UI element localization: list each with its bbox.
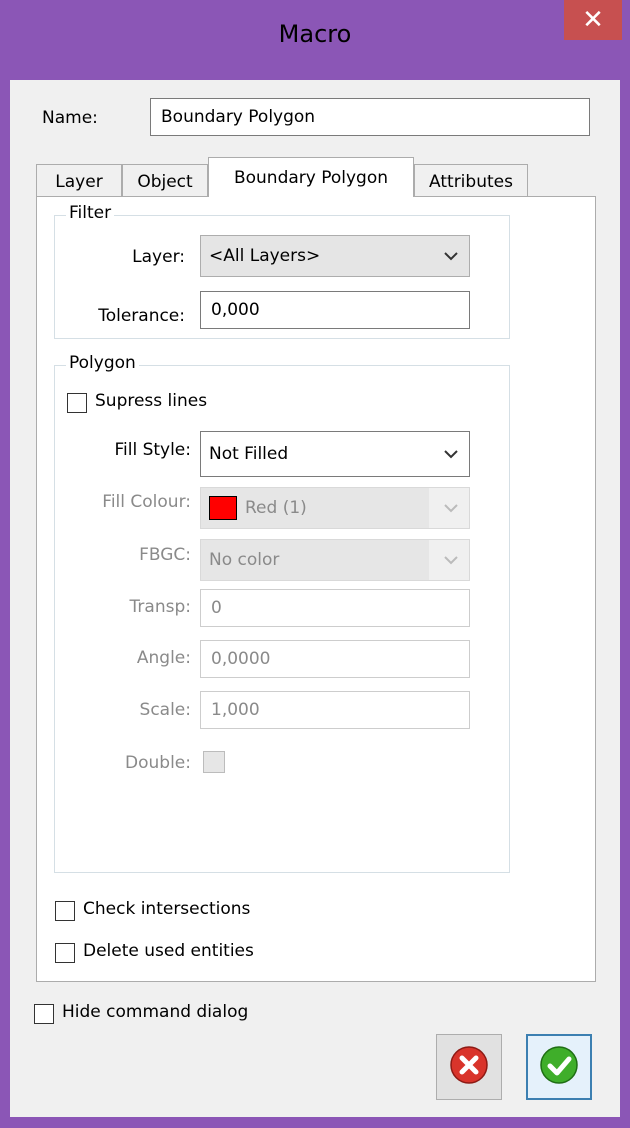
cancel-button[interactable] bbox=[436, 1034, 502, 1100]
delete-used-label: Delete used entities bbox=[83, 941, 254, 961]
tab-panel: Filter Layer: <All Layers> Tolerance: 0,… bbox=[36, 196, 596, 982]
close-button[interactable]: ✕ bbox=[564, 0, 622, 40]
fill-colour-select[interactable]: Red (1) bbox=[200, 487, 470, 529]
tolerance-label: Tolerance: bbox=[98, 306, 185, 326]
name-label: Name: bbox=[42, 108, 98, 128]
window-title: Macro bbox=[278, 20, 352, 48]
filter-group-title: Filter bbox=[66, 203, 115, 223]
tolerance-input[interactable]: 0,000 bbox=[200, 291, 470, 329]
fill-colour-value: Red (1) bbox=[245, 498, 307, 518]
cancel-icon bbox=[449, 1045, 489, 1090]
filter-layer-value: <All Layers> bbox=[209, 246, 321, 266]
angle-label: Angle: bbox=[136, 648, 191, 668]
delete-used-checkbox[interactable] bbox=[55, 943, 75, 963]
supress-lines-label: Supress lines bbox=[95, 391, 208, 411]
angle-input[interactable]: 0,0000 bbox=[200, 640, 470, 678]
name-input[interactable]: Boundary Polygon bbox=[150, 98, 590, 136]
check-intersections-checkbox[interactable] bbox=[55, 901, 75, 921]
chevron-down-icon bbox=[433, 449, 469, 459]
double-label: Double: bbox=[125, 753, 191, 773]
red-swatch-icon bbox=[209, 496, 237, 520]
filter-layer-label: Layer: bbox=[132, 247, 185, 267]
hide-dialog-checkbox[interactable] bbox=[34, 1004, 54, 1024]
double-checkbox[interactable] bbox=[203, 751, 225, 773]
check-intersections-label: Check intersections bbox=[83, 899, 251, 919]
fbgc-value: No color bbox=[201, 540, 429, 580]
scale-input[interactable]: 1,000 bbox=[200, 691, 470, 729]
chevron-down-icon bbox=[433, 503, 469, 513]
hide-dialog-label: Hide command dialog bbox=[62, 1002, 249, 1022]
transp-input[interactable]: 0 bbox=[200, 589, 470, 627]
tab-attributes[interactable]: Attributes bbox=[414, 164, 528, 198]
dialog-body: Name: Boundary Polygon Layer Object Boun… bbox=[10, 80, 620, 1117]
fill-colour-value-box: Red (1) bbox=[201, 488, 429, 528]
tab-layer[interactable]: Layer bbox=[36, 164, 122, 198]
fbgc-label: FBGC: bbox=[139, 545, 191, 565]
tab-boundary-polygon[interactable]: Boundary Polygon bbox=[208, 157, 414, 197]
title-bar[interactable]: Macro ✕ bbox=[0, 0, 630, 80]
tab-object[interactable]: Object bbox=[122, 164, 208, 198]
chevron-down-icon bbox=[433, 555, 469, 565]
fill-colour-label: Fill Colour: bbox=[102, 492, 191, 512]
fill-style-label: Fill Style: bbox=[114, 440, 191, 460]
fill-style-value: Not Filled bbox=[209, 444, 289, 464]
checkmark-icon bbox=[539, 1045, 579, 1090]
polygon-group-title: Polygon bbox=[66, 353, 139, 373]
chevron-down-icon bbox=[433, 251, 469, 261]
transp-label: Transp: bbox=[129, 597, 191, 617]
scale-label: Scale: bbox=[139, 700, 191, 720]
macro-dialog: Macro ✕ Name: Boundary Polygon Layer Obj… bbox=[0, 0, 630, 1128]
fill-style-select[interactable]: Not Filled bbox=[200, 431, 470, 477]
ok-button[interactable] bbox=[526, 1034, 592, 1100]
fbgc-select[interactable]: No color bbox=[200, 539, 470, 581]
filter-layer-select[interactable]: <All Layers> bbox=[200, 235, 470, 277]
supress-lines-checkbox[interactable] bbox=[67, 393, 87, 413]
